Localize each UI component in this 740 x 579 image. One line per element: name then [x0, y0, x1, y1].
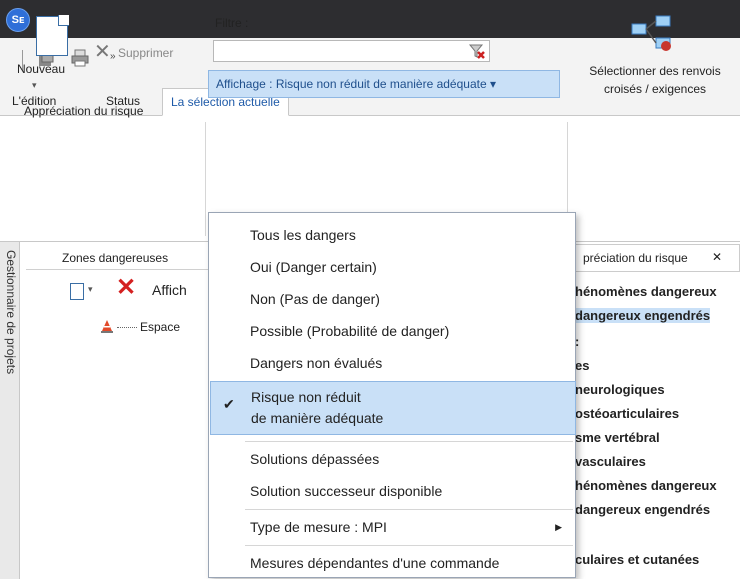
menu-item-label: Risque non réduit	[251, 389, 361, 405]
affichage-dropdown[interactable]: Affichage : Risque non réduit de manière…	[208, 70, 560, 98]
warning-cone-icon	[101, 320, 113, 333]
list-item[interactable]: culaires et cutanées	[575, 552, 699, 567]
list-item[interactable]: hénomènes dangereux	[575, 478, 717, 493]
list-item[interactable]: hénomènes dangereux	[575, 284, 717, 299]
sidebar-label: Gestionnaire de projets	[4, 250, 18, 375]
app-logo[interactable]: Sᴇ	[6, 8, 30, 32]
clear-filter-icon[interactable]	[468, 42, 486, 60]
list-item[interactable]: es	[575, 358, 589, 373]
group-label-appreciation: Appréciation du risque	[24, 104, 144, 118]
menu-item-mesures-dependantes[interactable]: Mesures dépendantes d'une commande	[210, 549, 576, 577]
affichage-menu: Tous les dangers Oui (Danger certain) No…	[208, 212, 576, 578]
tree-connector	[117, 327, 137, 328]
list-item[interactable]: vasculaires	[575, 454, 646, 469]
delete-icon[interactable]: ✕	[94, 42, 114, 62]
checkmark-icon: ✔	[223, 396, 235, 412]
menu-item-type-de-mesure[interactable]: Type de mesure : MPI ▶	[210, 513, 576, 541]
menu-separator	[245, 441, 573, 442]
menu-item-possible[interactable]: Possible (Probabilité de danger)	[210, 317, 576, 345]
menu-separator	[245, 509, 573, 510]
list-item[interactable]: neurologiques	[575, 382, 665, 397]
menu-item-non[interactable]: Non (Pas de danger)	[210, 285, 576, 313]
project-manager-sidebar[interactable]: Gestionnaire de projets	[0, 242, 20, 579]
close-icon[interactable]: ✕	[712, 250, 722, 264]
group-separator	[205, 122, 206, 236]
cross-reference-icon[interactable]	[630, 14, 678, 54]
delete-item-icon[interactable]: ✕	[116, 276, 136, 300]
title-bar	[0, 0, 740, 38]
new-button-label[interactable]: Nouveau	[6, 62, 76, 76]
appreciation-tab-label: préciation du risque	[583, 251, 688, 265]
menu-item-solution-successeur[interactable]: Solution successeur disponible	[210, 477, 576, 505]
filter-label: Filtre :	[215, 16, 249, 30]
list-item[interactable]: sme vertébral	[575, 430, 660, 445]
list-item[interactable]: dangereux engendrés	[575, 308, 711, 323]
menu-item-label: Type de mesure : MPI	[250, 519, 387, 535]
menu-item-risque-non-reduit[interactable]: ✔ Risque non réduit de manière adéquate	[210, 381, 576, 435]
list-item[interactable]: ostéoarticulaires	[575, 406, 679, 421]
menu-item-non-evalues[interactable]: Dangers non évalués	[210, 349, 576, 377]
zones-title[interactable]: Zones dangereuses	[62, 251, 168, 265]
new-item-icon[interactable]	[70, 283, 84, 300]
menu-item-tous-les-dangers[interactable]: Tous les dangers	[210, 221, 576, 249]
tree-item-espace[interactable]: Espace	[140, 320, 180, 334]
menu-item-oui[interactable]: Oui (Danger certain)	[210, 253, 576, 281]
list-item[interactable]: dangereux engendrés	[575, 502, 710, 517]
crossref-label-line1: Sélectionner des renvois	[589, 64, 721, 78]
new-document-icon[interactable]	[36, 15, 69, 56]
chevron-down-icon[interactable]: ▾	[32, 80, 37, 91]
delete-button[interactable]: Supprimer	[118, 46, 173, 60]
submenu-arrow-icon: ▶	[555, 522, 562, 532]
affichage-button[interactable]: Affich	[152, 282, 187, 298]
menu-item-label: de manière adéquate	[251, 410, 384, 426]
chevron-down-icon[interactable]: ▾	[88, 284, 93, 295]
menu-item-solutions-depassees[interactable]: Solutions dépassées	[210, 445, 576, 473]
filter-input[interactable]	[213, 40, 490, 62]
crossref-label-line2: croisés / exigences	[603, 82, 707, 96]
menu-separator	[245, 545, 573, 546]
crossref-button[interactable]: Sélectionner des renvois croisés / exige…	[566, 62, 740, 98]
